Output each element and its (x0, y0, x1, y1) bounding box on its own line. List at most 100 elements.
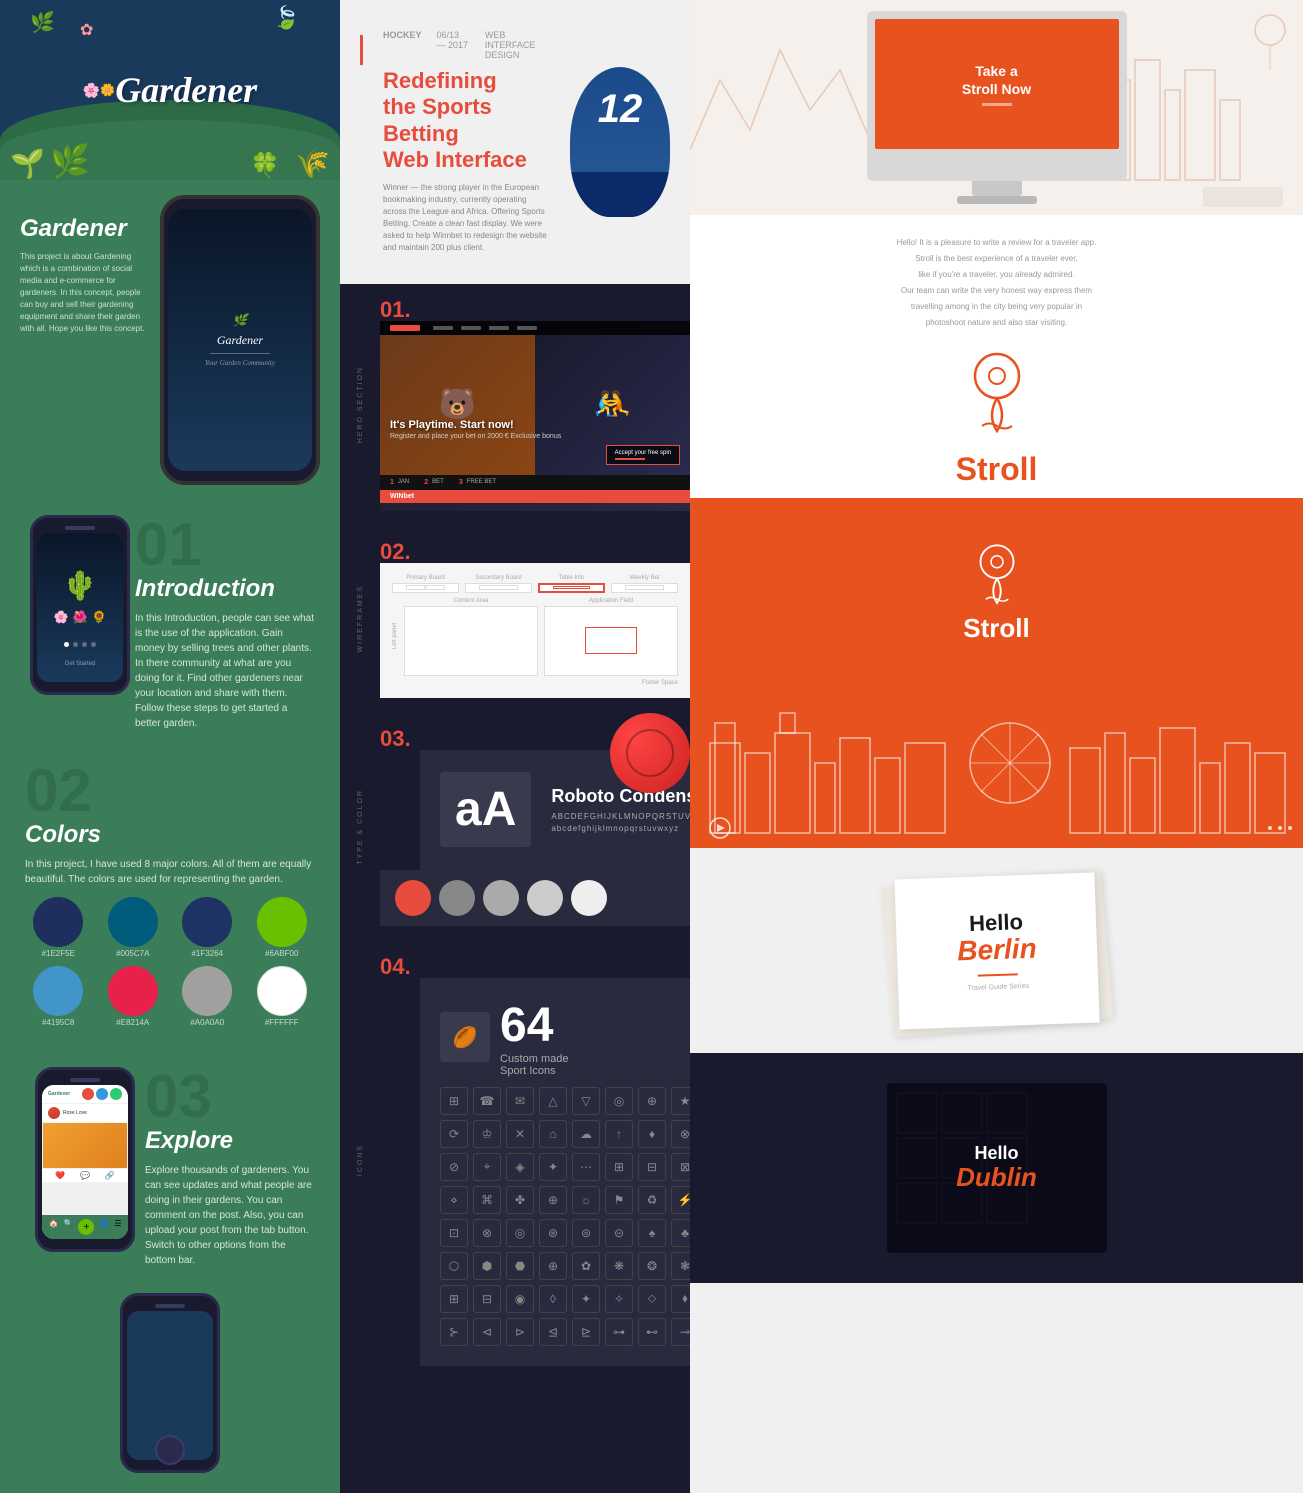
icon-22: ⊞ (605, 1153, 633, 1181)
icon-53: ✦ (572, 1285, 600, 1313)
monitor-line1: Take a (975, 63, 1018, 79)
icon-number: 64 (500, 998, 553, 1053)
colors-text: 02 Colors In this project, I have used 8… (25, 761, 315, 1037)
swatch-blue (182, 897, 232, 947)
plant-icon-b: 🌺 (73, 610, 88, 624)
explore-header-icons (82, 1088, 122, 1100)
wireframe-content: 02. Primary Board ≡ Secondary Board (380, 541, 690, 698)
dot-2 (73, 642, 78, 647)
phone-device-2: 🌵 🌸 🌺 🌻 Get Started (30, 515, 130, 695)
explore-text-block: 03 Explore Explore thousands of gardener… (145, 1067, 315, 1268)
circle-gray3 (527, 880, 563, 916)
section-label-3: TYPE & COLOR (357, 789, 364, 865)
phone-notch-3 (70, 1078, 100, 1082)
person-icon[interactable]: 👤 (99, 1219, 109, 1235)
bet-item-2: 2 BET (424, 479, 444, 486)
playtime-text: It's Playtime. Start now! (390, 419, 561, 431)
icon-13: ☁ (572, 1120, 600, 1148)
swatch-green (257, 897, 307, 947)
swatch-lightblue (33, 966, 83, 1016)
monitor-line2: Stroll Now (962, 81, 1031, 97)
swatch-navy (33, 897, 83, 947)
section-label-4: ICONS (357, 1144, 364, 1176)
wf-label-1: Primary Board (392, 575, 459, 581)
color-label-5: #4195C8 (25, 1018, 92, 1027)
icon-46: ❋ (605, 1252, 633, 1280)
color-circles-block (380, 870, 690, 926)
color-group-2: #005C7A (100, 897, 167, 958)
bet-num-1: 1 (390, 479, 394, 486)
brand-name: WINbet (390, 493, 680, 500)
wf-box-4 (611, 583, 678, 593)
letter-line-1: Hello! It is a pleasure to write a revie… (897, 238, 1097, 247)
explore-section: Gardener Rose Love (0, 1052, 340, 1283)
dot-4 (91, 642, 96, 647)
icon-19: ◈ (506, 1153, 534, 1181)
left-panel-label: Left panel (392, 623, 398, 649)
monitor-frame: Take a Stroll Now (867, 11, 1127, 204)
icon-3: ✉ (506, 1087, 534, 1115)
type-label: WEB INTERFACE DESIGN (485, 30, 550, 60)
section-sidebar-3: TYPE & COLOR (340, 728, 380, 926)
icon-20: ✦ (539, 1153, 567, 1181)
menu-icon[interactable]: ☰ (114, 1219, 121, 1235)
icon-25: ⋄ (440, 1186, 468, 1214)
plant-icon-3: 🌱 (10, 147, 45, 180)
phone-screen-1: 🌿 Gardener Your Garden Community (168, 209, 312, 471)
icon-42: ⬢ (473, 1252, 501, 1280)
wf-content-1: ≡ (424, 585, 427, 591)
icons-block: 🏉 64 Custom made Sport Icons ⊞ ☎ ✉ △ (420, 978, 690, 1366)
phone-home-bottom[interactable] (155, 1435, 185, 1465)
icon-10: ♔ (473, 1120, 501, 1148)
city-illustration (690, 683, 1303, 848)
wf-col-1: Primary Board ≡ (392, 575, 459, 593)
share-icon[interactable]: 🔗 (105, 1171, 115, 1180)
icon-57: ⊱ (440, 1318, 468, 1346)
nav-bar-mockup (380, 321, 690, 335)
colors-desc: In this project, I have used 8 major col… (25, 857, 315, 887)
plant-icon-1: 🌿 (30, 10, 55, 35)
like-icon[interactable]: ❤️ (55, 1171, 65, 1180)
user-avatar-mini (48, 1107, 60, 1119)
swatch-gray (182, 966, 232, 1016)
dot-3 (82, 642, 87, 647)
flower-icon-2: 🌼 (100, 83, 115, 97)
letter-line-6: photoshoot nature and also star visiting… (926, 318, 1067, 327)
color-group-7: #A0A0A0 (174, 966, 241, 1027)
phone-mockup-1: 🌿 Gardener Your Garden Community (160, 195, 320, 485)
font-upper: ABCDEFGHIJKLMNOPQRSTUVWXYZ (551, 812, 690, 821)
wf-box-1: ≡ (392, 583, 459, 593)
section-num-02: 02. (380, 541, 690, 563)
home-icon[interactable]: 🏠 (48, 1219, 58, 1235)
gardener-subtitle: Gardener (20, 215, 145, 243)
add-button[interactable]: + (78, 1219, 94, 1235)
wf-label-5: Content Area (404, 598, 538, 604)
icon-39: ♠ (638, 1219, 666, 1247)
wf-col-2: Secondary Board (465, 575, 532, 593)
post-image (43, 1123, 127, 1168)
bet-item-1: 1 JAN (390, 479, 409, 486)
right-column: Take a Stroll Now Hello! It is a pleasur… (690, 0, 1303, 1493)
letter-line-5: travelling among in the city being very … (911, 302, 1082, 311)
explore-user-row: Rose Love (42, 1104, 128, 1122)
comment-icon[interactable]: 💬 (80, 1171, 90, 1180)
section-label-2: WIREFRAMES (357, 585, 364, 652)
stroll-pin-white-svg (967, 538, 1027, 608)
wf-label-2: Secondary Board (465, 575, 532, 581)
search-nav-icon[interactable]: 🔍 (63, 1219, 73, 1235)
section-wireframes: WIREFRAMES 02. Primary Board ≡ (340, 526, 690, 713)
explore-app-header: Gardener (42, 1085, 128, 1103)
berlin-text: Berlin (956, 932, 1036, 967)
dublin-name: Dublin (956, 1162, 1037, 1193)
wf-main-area: Content Area Application Field (404, 598, 678, 676)
accept-bet-box[interactable]: Accept your free spin (606, 445, 680, 465)
monitor-text: Take a Stroll Now (962, 62, 1031, 98)
icon-56: ⬧ (671, 1285, 690, 1313)
bet-label-2: BET (432, 479, 444, 485)
color-label-4: #6ABF00 (249, 949, 316, 958)
wf-box-5 (404, 606, 538, 676)
plant-icon-2: 🍃 (273, 5, 300, 31)
flower-icon-1: 🌸 (83, 82, 100, 99)
letter-line-4: Our team can write the very honest way e… (901, 286, 1092, 295)
icon-52: ◊ (539, 1285, 567, 1313)
